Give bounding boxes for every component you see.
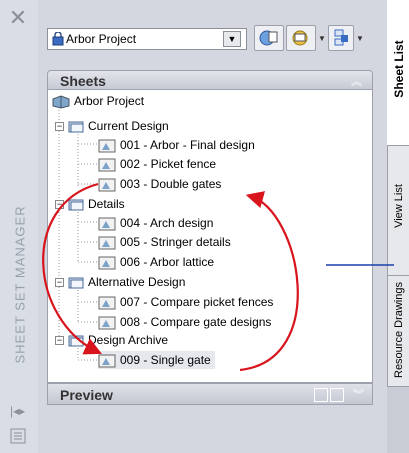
palette-title-text: SHEET SET MANAGER: [12, 205, 28, 364]
sheet-icon: [98, 354, 116, 368]
plot-icon: [292, 30, 308, 46]
sheet-003[interactable]: 003 - Double gates: [98, 175, 221, 193]
tab-label: View List: [393, 184, 405, 228]
chevron-down-icon[interactable]: ▼: [223, 31, 241, 47]
sheet-set-dropdown[interactable]: Arbor Project ▼: [47, 28, 247, 50]
root-label: Arbor Project: [74, 94, 145, 108]
sheet-005[interactable]: 005 - Stringer details: [98, 233, 231, 251]
tab-label: Sheet List: [392, 40, 406, 98]
sheet-label: 009 - Single gate: [120, 353, 211, 367]
sheet-icon: [98, 296, 116, 310]
subset-design-archive[interactable]: Design Archive: [68, 331, 168, 349]
expand-toggle[interactable]: −: [55, 122, 64, 131]
publish-button[interactable]: [254, 25, 284, 51]
sheet-label: 004 - Arch design: [120, 216, 214, 230]
sheets-title: Sheets: [60, 73, 106, 89]
expand-toggle[interactable]: −: [55, 200, 64, 209]
folder-icon: [68, 335, 84, 347]
expand-icon[interactable]: ︾: [353, 386, 364, 402]
sheet-icon: [98, 178, 116, 192]
sheet-009[interactable]: 009 - Single gate: [98, 351, 215, 369]
palette-title-strip: ✕ SHEET SET MANAGER |◂▸: [0, 0, 39, 453]
publish-to-plotter-button[interactable]: [286, 25, 316, 51]
sheet-004[interactable]: 004 - Arch design: [98, 214, 213, 232]
details-mode-icon[interactable]: [330, 388, 344, 402]
sheet-selections-icon: [334, 29, 348, 46]
sheet-label: 006 - Arbor lattice: [120, 255, 215, 269]
subset-details[interactable]: Details: [68, 195, 125, 213]
sheet-001[interactable]: 001 - Arbor - Final design: [98, 136, 255, 154]
expand-toggle[interactable]: −: [55, 278, 64, 287]
sheet-set-icon: [52, 95, 70, 109]
folder-icon: [68, 121, 84, 133]
sheet-label: 007 - Compare picket fences: [120, 295, 274, 309]
subset-label: Alternative Design: [88, 275, 186, 289]
subset-current-design[interactable]: Current Design: [68, 117, 169, 135]
sheet-007[interactable]: 007 - Compare picket fences: [98, 293, 273, 311]
sheet-tree: Arbor Project − Current Design 001 - Arb…: [47, 90, 373, 383]
preview-title: Preview: [60, 387, 113, 403]
sheet-icon: [98, 316, 116, 330]
sheet-icon: [98, 158, 116, 172]
folder-icon: [68, 277, 84, 289]
tab-resource-drawings[interactable]: Resource Drawings: [387, 275, 409, 387]
subset-alternative-design[interactable]: Alternative Design: [68, 273, 185, 291]
publish-menu-chevron-icon[interactable]: ▼: [318, 34, 326, 43]
subset-label: Details: [88, 197, 125, 211]
sheet-icon: [98, 236, 116, 250]
sheet-008[interactable]: 008 - Compare gate designs: [98, 313, 271, 331]
preview-section-header[interactable]: Preview ︾: [47, 383, 373, 405]
sheet-002[interactable]: 002 - Picket fence: [98, 155, 216, 173]
folder-icon: [68, 199, 84, 211]
sheet-set-icon: [52, 32, 64, 46]
sheet-icon: [98, 217, 116, 231]
sheet-label: 002 - Picket fence: [120, 157, 217, 171]
tree-root[interactable]: Arbor Project: [52, 92, 144, 110]
sheet-icon: [98, 256, 116, 270]
tab-strip: Sheet List View List Resource Drawings: [387, 0, 409, 453]
tab-view-list[interactable]: View List: [387, 145, 409, 275]
sheets-section-header[interactable]: Sheets ︽: [47, 70, 373, 90]
sheet-label: 005 - Stringer details: [120, 235, 231, 249]
subset-label: Design Archive: [88, 333, 169, 347]
close-icon[interactable]: ✕: [8, 7, 28, 29]
sheet-006[interactable]: 006 - Arbor lattice: [98, 253, 214, 271]
preview-mode-icon[interactable]: [314, 388, 328, 402]
tab-label: Resource Drawings: [393, 282, 405, 378]
sheet-label: 003 - Double gates: [120, 177, 222, 191]
sheet-label: 008 - Compare gate designs: [120, 315, 272, 329]
sheet-set-name: Arbor Project: [66, 32, 137, 46]
collapse-icon[interactable]: ︽: [351, 73, 362, 89]
sheet-icon: [98, 139, 116, 153]
tab-sheet-list[interactable]: Sheet List: [387, 0, 409, 145]
auto-hide-icon[interactable]: |◂▸: [10, 404, 28, 418]
expand-toggle[interactable]: −: [55, 336, 64, 345]
properties-icon[interactable]: [10, 428, 26, 444]
palette-title: SHEET SET MANAGER: [4, 205, 34, 372]
sheet-label: 001 - Arbor - Final design: [120, 138, 255, 152]
publish-icon: [259, 30, 278, 46]
subset-label: Current Design: [88, 119, 169, 133]
selections-menu-chevron-icon[interactable]: ▼: [356, 34, 364, 43]
sheet-selections-button[interactable]: [328, 25, 354, 51]
